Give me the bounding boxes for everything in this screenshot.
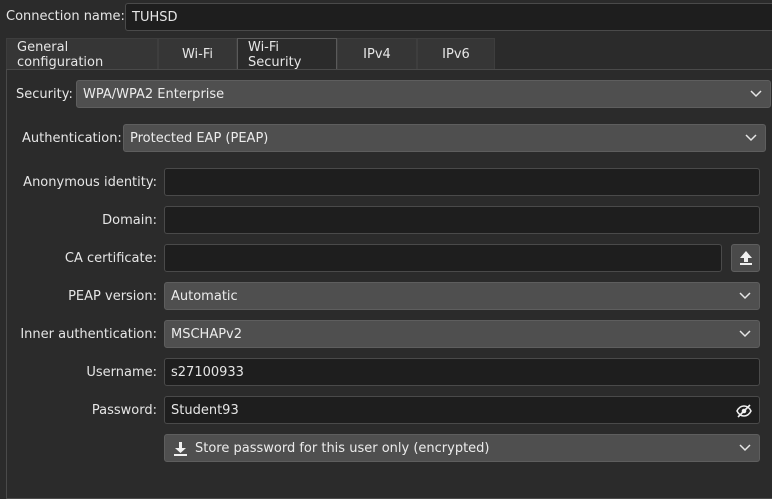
tab-wifi-security[interactable]: Wi-Fi Security bbox=[237, 38, 337, 70]
connection-name-field[interactable]: TUHSD bbox=[125, 3, 772, 31]
chevron-down-icon bbox=[739, 330, 751, 338]
connection-name-label: Connection name: bbox=[6, 9, 125, 24]
authentication-label: Authentication: bbox=[22, 131, 122, 146]
ca-certificate-label: CA certificate: bbox=[64, 251, 157, 266]
anonymous-identity-field[interactable] bbox=[164, 168, 760, 196]
inner-authentication-select[interactable]: MSCHAPv2 bbox=[164, 320, 760, 348]
eye-slash-icon[interactable] bbox=[736, 404, 752, 418]
security-select[interactable]: WPA/WPA2 Enterprise bbox=[76, 80, 771, 108]
username-field[interactable]: s27100933 bbox=[164, 358, 760, 386]
tab-general-configuration[interactable]: General configuration bbox=[6, 38, 158, 70]
chevron-down-icon bbox=[750, 90, 762, 98]
authentication-select[interactable]: Protected EAP (PEAP) bbox=[123, 124, 766, 152]
chevron-down-icon bbox=[739, 292, 751, 300]
inner-authentication-label: Inner authentication: bbox=[20, 327, 157, 342]
domain-field[interactable] bbox=[164, 206, 760, 234]
tab-ipv4[interactable]: IPv4 bbox=[337, 38, 417, 70]
anonymous-identity-label: Anonymous identity: bbox=[23, 175, 157, 190]
chevron-down-icon bbox=[745, 134, 757, 142]
chevron-down-icon bbox=[739, 444, 751, 452]
domain-label: Domain: bbox=[102, 213, 157, 228]
store-password-select[interactable]: Store password for this user only (encry… bbox=[164, 434, 760, 462]
tab-ipv6[interactable]: IPv6 bbox=[417, 38, 495, 70]
connection-name-value: TUHSD bbox=[132, 9, 178, 25]
peap-version-label: PEAP version: bbox=[68, 289, 157, 304]
tab-wifi[interactable]: Wi-Fi bbox=[158, 38, 237, 70]
username-label: Username: bbox=[86, 365, 157, 380]
password-label: Password: bbox=[91, 403, 157, 418]
upload-icon bbox=[739, 251, 752, 265]
peap-version-select[interactable]: Automatic bbox=[164, 282, 760, 310]
ca-certificate-upload-button[interactable] bbox=[731, 244, 760, 272]
password-field[interactable]: Student93 bbox=[164, 396, 760, 424]
ca-certificate-field[interactable] bbox=[164, 244, 722, 272]
security-label: Security: bbox=[16, 87, 73, 102]
tab-bar: General configuration Wi-Fi Wi-Fi Securi… bbox=[6, 38, 495, 70]
download-icon bbox=[174, 442, 187, 456]
